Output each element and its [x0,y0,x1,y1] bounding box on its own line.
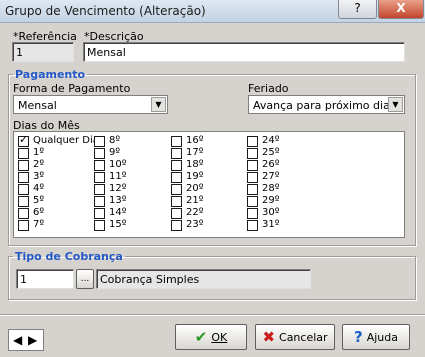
day-label: 28º [262,183,280,194]
chevron-down-icon[interactable]: ▼ [151,97,166,112]
day-label: 12º [109,183,127,194]
day-label: 11º [109,171,127,182]
day-checkbox[interactable] [171,148,182,159]
day-checkbox[interactable] [18,133,29,147]
day-label: 25º [262,147,280,158]
next-record-icon[interactable]: ▶ [28,333,37,347]
day-checkbox[interactable] [171,136,182,147]
day-checkbox[interactable] [18,172,29,183]
nav-arrows: ◀ ▶ [8,329,44,351]
day-checkbox[interactable] [171,160,182,171]
help-button[interactable]: ? Ajuda [342,324,410,350]
day-checkbox[interactable] [94,136,105,147]
referencia-field[interactable]: 1 [12,42,74,62]
day-label: 13º [109,195,127,206]
day-label: 2º [33,159,45,170]
day-checkbox[interactable] [94,184,105,195]
chevron-down-icon[interactable]: ▼ [388,97,403,112]
day-label: 14º [109,207,127,218]
day-checkbox[interactable] [247,172,258,183]
day-label: 21º [186,195,204,206]
day-label: 1º [33,147,45,158]
day-checkbox[interactable] [247,136,258,147]
day-checkbox[interactable] [18,208,29,219]
day-checkbox[interactable] [171,220,182,231]
day-label: 6º [33,207,45,218]
day-checkbox[interactable] [94,160,105,171]
day-checkbox[interactable] [94,208,105,219]
feriado-label: Feriado [248,82,289,95]
cobranca-lookup-button[interactable]: ... [76,269,94,289]
cancel-label: Cancelar [279,330,328,344]
day-label: Qualquer Dia [33,135,99,146]
day-label: 29º [262,195,280,206]
cancel-button[interactable]: ✖ Cancelar [255,324,335,350]
help-icon: ? [354,328,363,346]
day-label: 3º [33,171,45,182]
day-label: 7º [33,219,45,230]
day-checkbox[interactable] [247,148,258,159]
close-icon: ✖ [262,328,276,346]
day-checkbox[interactable] [247,220,258,231]
day-checkbox[interactable] [18,148,29,159]
footer-divider [0,314,425,315]
day-checkbox[interactable] [94,148,105,159]
day-checkbox[interactable] [94,196,105,207]
check-icon: ✔ [194,328,208,346]
previous-record-icon[interactable]: ◀ [13,333,22,347]
day-label: 10º [109,159,127,170]
day-checkbox[interactable] [247,208,258,219]
day-checkbox[interactable] [171,172,182,183]
forma-pagamento-label: Forma de Pagamento [13,82,131,95]
day-checkbox[interactable] [94,172,105,183]
day-checkbox[interactable] [171,208,182,219]
day-label: 20º [186,183,204,194]
help-title-button[interactable]: ? [338,0,377,19]
forma-pagamento-select[interactable]: Mensal ▼ [13,95,168,114]
day-checkbox[interactable] [171,184,182,195]
close-title-button[interactable]: X [378,0,424,19]
day-label: 9º [109,147,121,158]
day-checkbox[interactable] [18,196,29,207]
day-label: 23º [186,219,204,230]
forma-pagamento-value: Mensal [18,99,57,112]
day-label: 31º [262,219,280,230]
day-label: 27º [262,171,280,182]
day-checkbox[interactable] [94,220,105,231]
day-checkbox[interactable] [18,184,29,195]
descricao-field[interactable]: Mensal [83,42,405,62]
cobranca-code-field[interactable]: 1 [16,269,74,289]
cobranca-name-field: Cobrança Simples [96,269,311,289]
pagamento-legend: Pagamento [15,68,86,81]
day-label: 8º [109,135,121,146]
day-label: 22º [186,207,204,218]
day-checkbox[interactable] [247,160,258,171]
day-label: 24º [262,135,280,146]
day-label: 16º [186,135,204,146]
feriado-value: Avança para próximo dia [253,99,390,112]
ok-label: OK [211,330,228,344]
day-checkbox[interactable] [247,184,258,195]
day-label: 15º [109,219,127,230]
day-checkbox[interactable] [18,220,29,231]
day-label: 26º [262,159,280,170]
day-label: 19º [186,171,204,182]
day-checkbox[interactable] [247,196,258,207]
day-label: 17º [186,147,204,158]
day-label: 4º [33,183,45,194]
feriado-select[interactable]: Avança para próximo dia ▼ [248,95,405,114]
day-checkbox[interactable] [18,160,29,171]
day-label: 5º [33,195,45,206]
cobranca-legend: Tipo de Cobrança [15,250,123,263]
dias-mes-list[interactable]: Qualquer Dia1º2º3º4º5º6º7º8º9º10º11º12º1… [13,131,405,238]
day-checkbox[interactable] [171,196,182,207]
day-label: 18º [186,159,204,170]
day-label: 30º [262,207,280,218]
ok-button[interactable]: ✔ OK [175,324,247,350]
help-label: Ajuda [366,330,398,344]
window-title: Grupo de Vencimento (Alteração) [5,4,206,18]
